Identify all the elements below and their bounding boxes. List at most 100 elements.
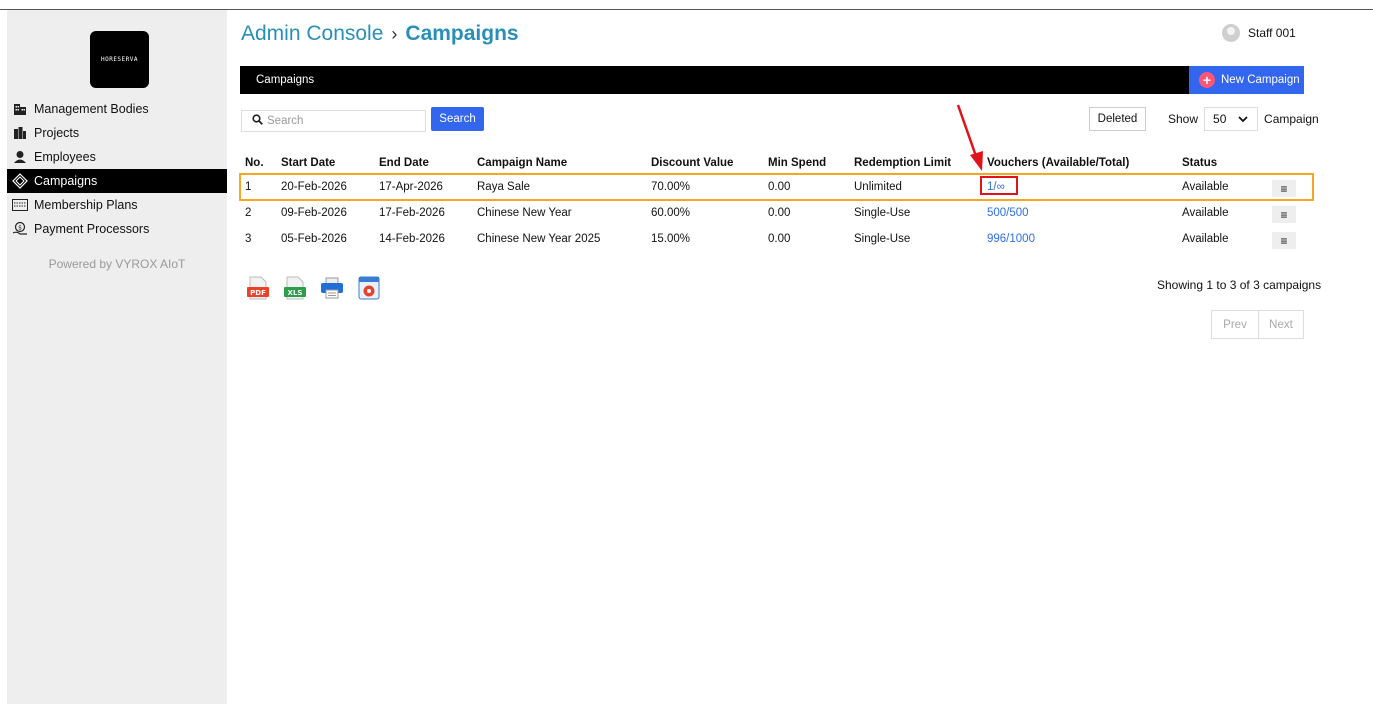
new-campaign-label: New Campaign	[1221, 74, 1300, 86]
sidebar-item-label: Employees	[34, 150, 96, 164]
search-input[interactable]	[267, 115, 417, 127]
sidebar-item-payment-processors[interactable]: $ Payment Processors	[7, 217, 227, 241]
settings-icon	[358, 276, 380, 300]
sidebar-item-projects[interactable]: Projects	[7, 121, 227, 145]
sidebar-item-label: Projects	[34, 126, 80, 140]
print-button[interactable]	[320, 276, 344, 300]
export-pdf-button[interactable]: PDF	[246, 276, 270, 300]
cell-vouchers: 996/1000	[983, 226, 1178, 252]
cell-redemption-limit: Unlimited	[854, 181, 902, 193]
deleted-button[interactable]: Deleted	[1089, 107, 1146, 131]
cell-end-date: 17-Feb-2026	[379, 207, 445, 219]
new-campaign-button[interactable]: + New Campaign	[1189, 66, 1304, 94]
hamburger-icon: ≡	[1280, 181, 1288, 196]
cell-vouchers: 500/500	[983, 200, 1178, 226]
payment-icon: $	[12, 221, 28, 237]
cell-start-date: 09-Feb-2026	[281, 207, 347, 219]
header-min-spend[interactable]: Min Spend	[764, 152, 850, 174]
header-status[interactable]: Status	[1178, 152, 1268, 174]
header-discount-value[interactable]: Discount Value	[647, 152, 764, 174]
cell-redemption-limit: Single-Use	[854, 233, 911, 245]
vouchers-link[interactable]: 1/∞	[987, 181, 1005, 193]
header-start-date[interactable]: Start Date	[277, 152, 375, 174]
page-title: Campaigns	[405, 22, 519, 45]
header-end-date[interactable]: End Date	[375, 152, 473, 174]
sidebar-item-campaigns[interactable]: Campaigns	[7, 169, 227, 193]
tag-icon	[12, 173, 28, 189]
table-row[interactable]: 1 20-Feb-2026 17-Apr-2026 Raya Sale 70.0…	[241, 174, 1308, 200]
cell-status: Available	[1182, 233, 1229, 245]
table-header-row: No. Start Date End Date Campaign Name Di…	[241, 152, 1308, 174]
cell-status: Available	[1182, 207, 1229, 219]
printer-icon	[321, 277, 343, 299]
search-field[interactable]	[241, 110, 426, 132]
cell-status: Available	[1182, 181, 1229, 193]
cell-min-spend: 0.00	[768, 181, 791, 193]
search-icon	[252, 114, 263, 128]
pagination-summary: Showing 1 to 3 of 3 campaigns	[1157, 278, 1322, 292]
header-no[interactable]: No.	[241, 152, 277, 174]
sidebar: HORESERVA Management Bodies Projects Emp…	[7, 10, 227, 704]
card-icon	[12, 197, 28, 213]
sidebar-item-management-bodies[interactable]: Management Bodies	[7, 97, 227, 121]
avatar	[1222, 24, 1240, 42]
row-menu-button[interactable]: ≡	[1272, 180, 1296, 197]
sidebar-item-membership-plans[interactable]: Membership Plans	[7, 193, 227, 217]
svg-text:$: $	[18, 225, 22, 232]
table-row[interactable]: 2 09-Feb-2026 17-Feb-2026 Chinese New Ye…	[241, 200, 1308, 226]
cell-start-date: 05-Feb-2026	[281, 233, 347, 245]
cell-start-date: 20-Feb-2026	[281, 181, 347, 193]
pdf-icon: PDF	[247, 276, 269, 300]
row-menu-button[interactable]: ≡	[1272, 206, 1296, 223]
row-menu-button[interactable]: ≡	[1272, 232, 1296, 249]
breadcrumb-root[interactable]: Admin Console	[241, 22, 383, 45]
sidebar-item-employees[interactable]: Employees	[7, 145, 227, 169]
per-page-suffix: Campaign	[1264, 112, 1319, 126]
cell-no: 1	[245, 181, 252, 193]
logo-text: HORESERVA	[100, 56, 138, 63]
cell-no: 2	[245, 207, 252, 219]
header-campaign-name[interactable]: Campaign Name	[473, 152, 647, 174]
cell-no: 3	[245, 233, 252, 245]
page-size-select[interactable]: 50	[1204, 107, 1259, 131]
vouchers-link[interactable]: 500/500	[987, 207, 1029, 219]
hamburger-icon: ≡	[1280, 207, 1288, 222]
search-button[interactable]: Search	[431, 107, 484, 131]
sidebar-item-label: Management Bodies	[34, 102, 149, 116]
plus-icon: +	[1199, 72, 1215, 88]
sidebar-nav: Management Bodies Projects Employees Cam…	[7, 97, 227, 241]
cell-min-spend: 0.00	[768, 207, 791, 219]
app-logo[interactable]: HORESERVA	[90, 31, 149, 88]
powered-by-text: Powered by VYROX AIoT	[48, 257, 186, 271]
building-icon	[12, 101, 28, 117]
header-vouchers[interactable]: Vouchers (Available/Total)	[983, 152, 1178, 174]
xls-icon: XLS	[284, 276, 306, 300]
cell-vouchers: 1/∞	[983, 174, 1178, 200]
cell-redemption-limit: Single-Use	[854, 207, 911, 219]
sidebar-item-label: Campaigns	[34, 174, 98, 188]
breadcrumb-separator-icon: ›	[391, 24, 398, 44]
employee-icon	[12, 149, 28, 165]
export-toolbar: PDF XLS	[246, 276, 381, 300]
annotation-arrow-icon	[956, 104, 983, 171]
cell-min-spend: 0.00	[768, 233, 791, 245]
cell-discount-value: 60.00%	[651, 207, 691, 219]
cell-end-date: 14-Feb-2026	[379, 233, 445, 245]
pagination: Prev Next	[1211, 310, 1304, 339]
show-label: Show	[1168, 112, 1199, 126]
chevron-down-icon	[1238, 112, 1249, 126]
next-button[interactable]: Next	[1258, 311, 1303, 338]
breadcrumb: Admin Console › Campaigns	[241, 22, 519, 46]
sidebar-item-label: Membership Plans	[34, 198, 138, 212]
vouchers-link[interactable]: 996/1000	[987, 233, 1035, 245]
table-row[interactable]: 3 05-Feb-2026 14-Feb-2026 Chinese New Ye…	[241, 226, 1308, 252]
cell-discount-value: 15.00%	[651, 233, 691, 245]
cell-campaign-name: Raya Sale	[477, 181, 531, 193]
sidebar-item-label: Payment Processors	[34, 222, 150, 236]
prev-button[interactable]: Prev	[1212, 311, 1258, 338]
export-xls-button[interactable]: XLS	[283, 276, 307, 300]
section-title: Campaigns	[256, 74, 315, 86]
user-menu[interactable]: Staff 001	[1222, 24, 1296, 42]
section-header-bar: Campaigns	[240, 66, 1304, 94]
settings-button[interactable]	[357, 276, 381, 300]
